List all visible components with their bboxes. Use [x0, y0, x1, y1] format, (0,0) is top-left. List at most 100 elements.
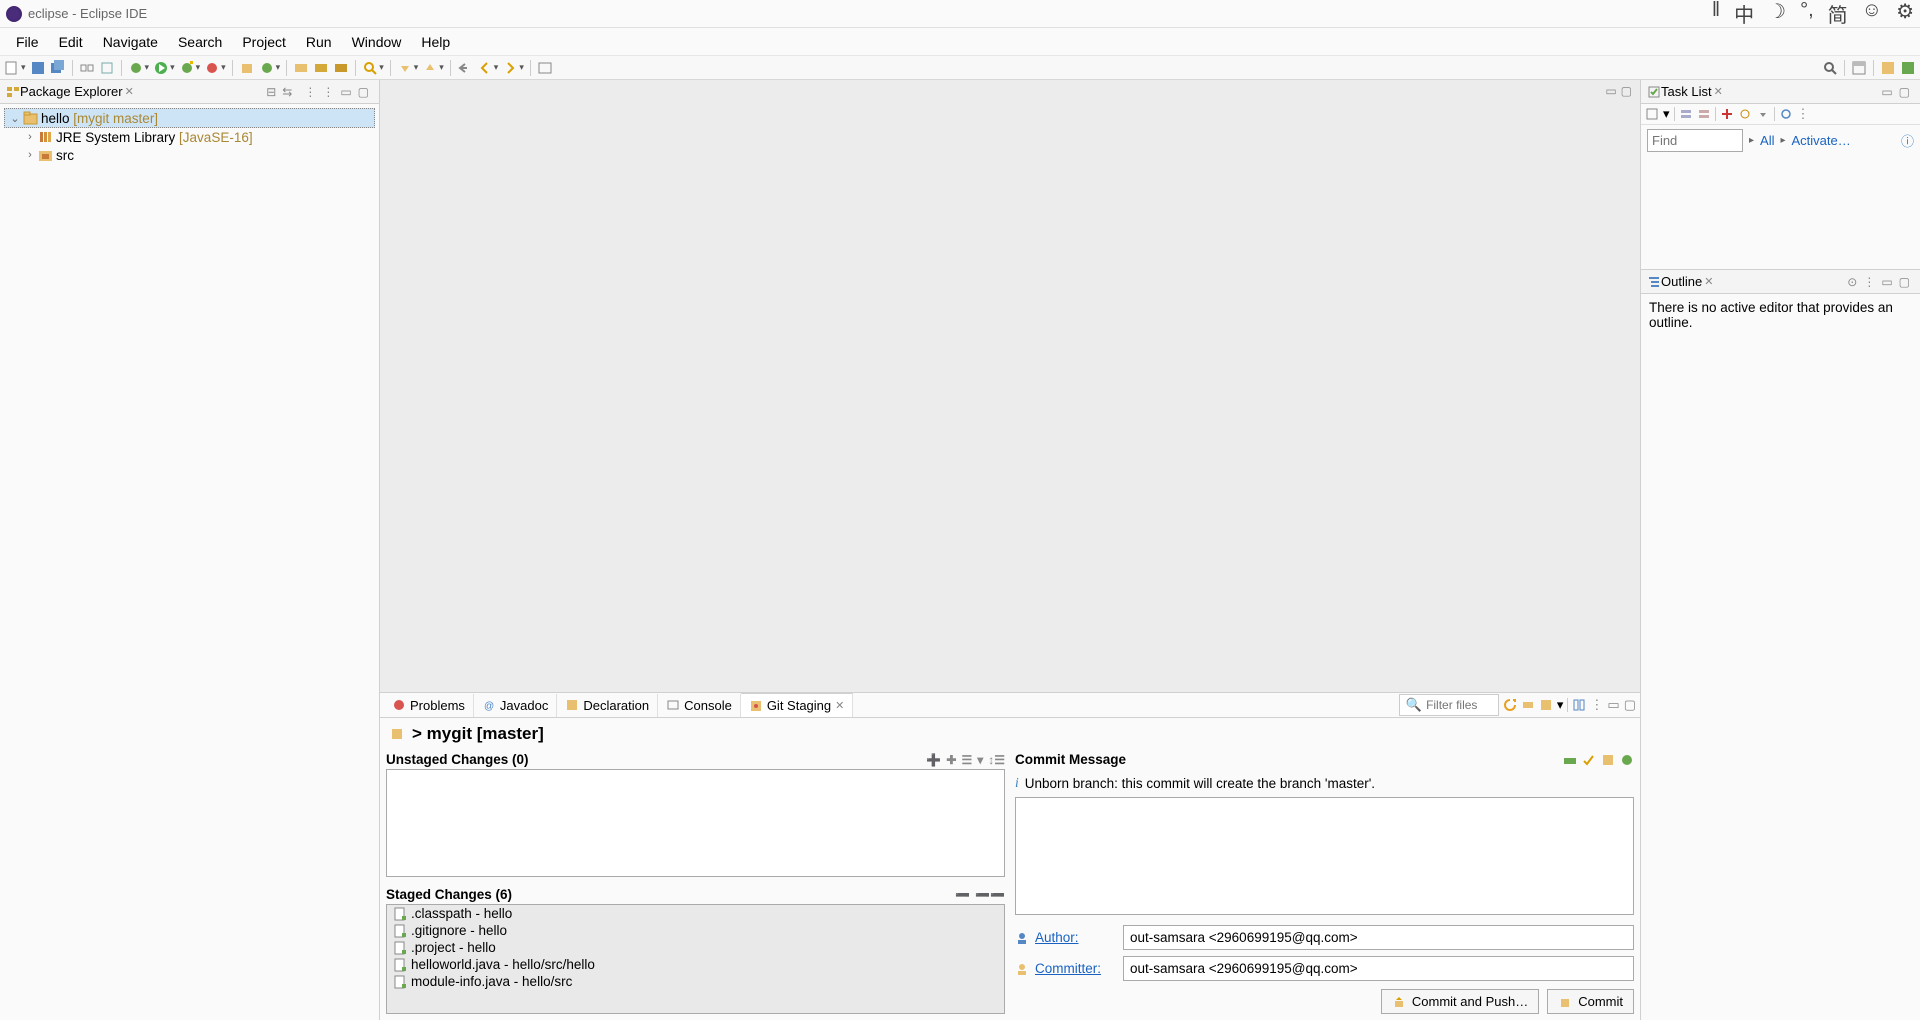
prev-annotation-icon[interactable]	[422, 60, 438, 76]
help-icon[interactable]: ⓘ	[1901, 131, 1914, 150]
menu-help[interactable]: Help	[411, 30, 460, 54]
menu-window[interactable]: Window	[342, 30, 412, 54]
maximize-icon[interactable]: ▢	[1899, 275, 1910, 289]
presentation-dd[interactable]: ▾	[977, 753, 983, 767]
forward-dropdown[interactable]: ▾	[519, 62, 524, 73]
minimize-icon[interactable]: ▭	[340, 85, 351, 99]
maximize-icon[interactable]: ▢	[358, 85, 369, 99]
view-menu-icon[interactable]: ⋮	[1863, 275, 1875, 289]
next-ann-dropdown[interactable]: ▾	[414, 62, 419, 73]
collapse-caret-icon[interactable]: ›	[22, 149, 38, 161]
maximize-icon[interactable]: ▢	[1899, 85, 1910, 99]
link-selection-icon[interactable]	[1521, 698, 1535, 712]
menu-file[interactable]: File	[6, 30, 49, 54]
task-activate-link[interactable]: Activate…	[1792, 133, 1851, 148]
column-layout-icon[interactable]	[1572, 698, 1586, 712]
committer-input[interactable]	[1123, 956, 1634, 981]
new-task-icon[interactable]	[1645, 107, 1659, 121]
menu-navigate[interactable]: Navigate	[93, 30, 168, 54]
committer-label[interactable]: Committer:	[1035, 961, 1117, 976]
close-icon[interactable]: ✕	[1704, 275, 1713, 288]
debug-perspective-icon[interactable]	[1900, 60, 1916, 76]
collapse-all-icon[interactable]: ⊟	[266, 85, 276, 99]
open-type-icon[interactable]	[293, 60, 309, 76]
unstaged-list[interactable]	[386, 769, 1005, 877]
tab-declaration[interactable]: Declaration	[557, 694, 658, 717]
caret-icon[interactable]: ▸	[1780, 135, 1785, 146]
staged-list[interactable]: .classpath - hello .gitignore - hello .p…	[386, 904, 1005, 1014]
staged-item[interactable]: .gitignore - hello	[387, 922, 1004, 939]
prev-ann-dropdown[interactable]: ▾	[439, 62, 444, 73]
editor-area[interactable]: ▭ ▢	[380, 80, 1640, 692]
caret-icon[interactable]: ▸	[1749, 135, 1754, 146]
new-class-dropdown[interactable]: ▾	[276, 62, 281, 73]
staged-item[interactable]: .project - hello	[387, 939, 1004, 956]
refresh-icon[interactable]	[1503, 698, 1517, 712]
minimize-icon[interactable]: ▭	[1881, 275, 1892, 289]
staged-item[interactable]: .classpath - hello	[387, 905, 1004, 922]
focus-task-icon[interactable]: ⋮	[304, 85, 316, 99]
forward-icon[interactable]	[502, 60, 518, 76]
pin-editor-icon[interactable]	[537, 60, 553, 76]
menu-project[interactable]: Project	[232, 30, 296, 54]
java-perspective-icon[interactable]	[1880, 60, 1896, 76]
staged-item[interactable]: module-info.java - hello/src	[387, 973, 1004, 990]
search-dropdown[interactable]: ▾	[379, 62, 384, 73]
synchronize-icon[interactable]	[1779, 107, 1793, 121]
ime-lang-icon[interactable]: 中	[1734, 0, 1754, 28]
new-class-icon[interactable]	[259, 60, 275, 76]
jre-library-node[interactable]: › JRE System Library [JavaSE-16]	[4, 128, 375, 146]
src-folder-node[interactable]: › src	[4, 146, 375, 164]
tab-git-staging[interactable]: Git Staging ✕	[741, 693, 854, 717]
settings-gear-icon[interactable]: ⚙	[1896, 0, 1914, 28]
open-resource-icon[interactable]	[333, 60, 349, 76]
perspective-icon[interactable]	[1851, 60, 1867, 76]
external-tools-icon[interactable]	[204, 60, 220, 76]
author-label[interactable]: Author:	[1035, 930, 1117, 945]
maximize-icon[interactable]: ▢	[1621, 84, 1632, 98]
categorize-icon[interactable]	[1679, 107, 1693, 121]
repo-dropdown-icon[interactable]	[1539, 698, 1553, 712]
tab-javadoc[interactable]: @ Javadoc	[474, 694, 557, 717]
commit-button[interactable]: Commit	[1547, 989, 1634, 1014]
signoff-icon[interactable]	[1582, 753, 1596, 767]
filter-files-box[interactable]: 🔍	[1399, 694, 1499, 716]
save-icon[interactable]	[30, 60, 46, 76]
commit-message-textarea[interactable]	[1015, 797, 1634, 915]
sort-icon[interactable]: ↕☰	[988, 753, 1005, 767]
view-menu-icon[interactable]: ⋮	[1590, 697, 1603, 713]
collapse-icon[interactable]	[1756, 107, 1770, 121]
filter-files-input[interactable]	[1426, 698, 1496, 712]
emoji-icon[interactable]: ☺	[1862, 0, 1882, 28]
back-dropdown[interactable]: ▾	[494, 62, 499, 73]
last-edit-icon[interactable]	[457, 60, 473, 76]
coverage-dropdown[interactable]: ▾	[196, 62, 201, 73]
hide-icon[interactable]	[1738, 107, 1752, 121]
presentation-list-icon[interactable]: ☰	[961, 753, 972, 767]
debug-icon[interactable]	[128, 60, 144, 76]
close-icon[interactable]: ✕	[835, 699, 844, 712]
preview-icon[interactable]	[1620, 753, 1634, 767]
project-node-hello[interactable]: ⌄ hello [mygit master]	[4, 108, 375, 128]
new-dropdown[interactable]: ▾	[21, 62, 26, 73]
run-dropdown[interactable]: ▾	[170, 62, 175, 73]
switch-icon[interactable]	[79, 60, 95, 76]
focus-workweek-icon[interactable]	[1720, 107, 1734, 121]
link-editor-icon[interactable]: ⇆	[282, 85, 292, 99]
expand-caret-icon[interactable]: ⌄	[7, 112, 23, 125]
add-selected-icon[interactable]: ✚	[946, 753, 956, 767]
debug-dropdown[interactable]: ▾	[145, 62, 150, 73]
save-all-icon[interactable]	[50, 60, 66, 76]
back-icon[interactable]	[477, 60, 493, 76]
scheduled-icon[interactable]	[1697, 107, 1711, 121]
author-input[interactable]	[1123, 925, 1634, 950]
run-icon[interactable]	[153, 60, 169, 76]
tab-console[interactable]: Console	[658, 694, 741, 717]
menu-search[interactable]: Search	[168, 30, 232, 54]
maximize-icon[interactable]: ▢	[1624, 697, 1636, 713]
staged-item[interactable]: helloworld.java - hello/src/hello	[387, 956, 1004, 973]
collapse-caret-icon[interactable]: ›	[22, 131, 38, 143]
focus-icon[interactable]: ⊙	[1847, 275, 1857, 289]
view-menu-icon[interactable]: ⋮	[322, 85, 334, 99]
new-task-dd[interactable]: ▾	[1663, 106, 1670, 122]
